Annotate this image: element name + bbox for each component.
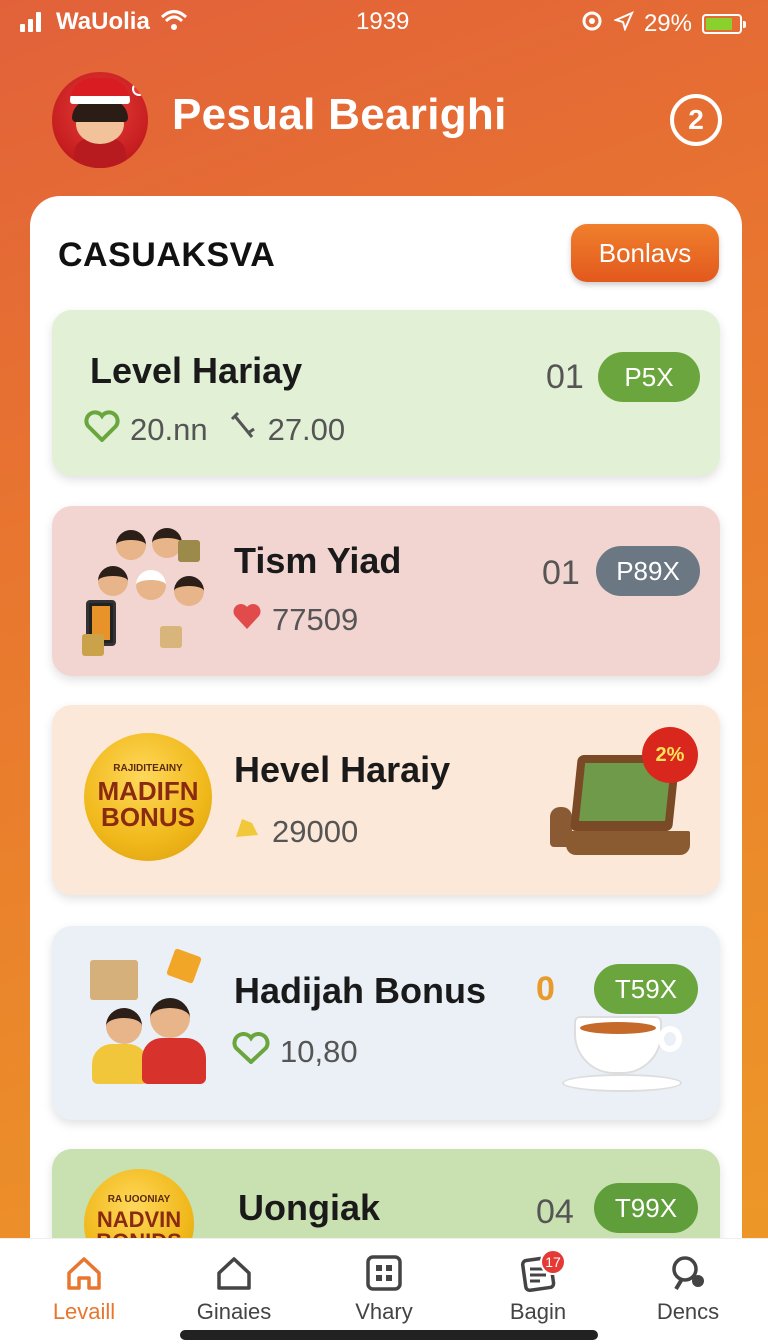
help-button[interactable]: 2 bbox=[670, 94, 722, 146]
card-count: 04 bbox=[536, 1193, 574, 1231]
status-time: 1939 bbox=[356, 8, 410, 35]
card-title: Tism Yiad bbox=[234, 540, 402, 581]
bottom-tab-bar: Levaill Ginaies Vhary Bagin 17 Dencs bbox=[0, 1238, 768, 1344]
tab-ginaies[interactable]: Ginaies bbox=[174, 1253, 294, 1325]
bonus-card[interactable]: Hadijah Bonus 10,80 0 T59X bbox=[52, 926, 720, 1120]
bonus-card[interactable]: RAJIDITEAINY MADIFN BONUS Hevel Haraiy 2… bbox=[52, 705, 720, 895]
heart-icon bbox=[232, 1032, 270, 1072]
search-person-icon bbox=[672, 1256, 704, 1291]
gold-bonus-badge: RAJIDITEAINY MADIFN BONUS bbox=[84, 733, 212, 861]
card-title: Hadijah Bonus bbox=[234, 970, 487, 1011]
tab-levaill[interactable]: Levaill bbox=[24, 1253, 144, 1325]
multiplier-badge: T59X bbox=[594, 964, 698, 1014]
status-bar: WaUolia 1939 29% bbox=[0, 0, 768, 46]
badge-caption: RA UOONIAY bbox=[107, 1194, 171, 1205]
tab-label: Vhary bbox=[355, 1299, 413, 1324]
tab-dencs[interactable]: Dencs bbox=[628, 1253, 748, 1325]
battery-percent: 29% bbox=[643, 9, 692, 37]
card-stat-value: 20.nn bbox=[130, 412, 208, 447]
card-stats: 20.nn 27.00 bbox=[84, 410, 345, 450]
family-illustration bbox=[82, 948, 222, 1092]
tab-label: Levaill bbox=[52, 1299, 116, 1324]
section-title: CASUAKSVA bbox=[58, 236, 276, 274]
wrench-icon bbox=[230, 411, 258, 449]
alarm-icon bbox=[580, 8, 604, 39]
app-header: Pesual Bearighi 2 bbox=[0, 60, 768, 180]
multiplier-badge: T99X bbox=[594, 1183, 698, 1233]
card-stat-value-2: 27.00 bbox=[267, 412, 346, 447]
card-count: 0 bbox=[536, 970, 555, 1008]
card-stat-value: 77509 bbox=[272, 602, 359, 637]
location-icon bbox=[613, 10, 634, 38]
badge-caption: RAJIDITEAINY bbox=[113, 763, 183, 774]
heart-icon bbox=[84, 410, 120, 450]
card-stats: 10,80 bbox=[232, 1032, 358, 1072]
battery-icon bbox=[702, 13, 746, 34]
multiplier-badge: P5X bbox=[598, 352, 700, 402]
multiplier-badge: P89X bbox=[596, 546, 700, 596]
card-stat-value: 29000 bbox=[272, 814, 359, 849]
tab-vhary[interactable]: Vhary bbox=[324, 1253, 444, 1325]
discount-badge: 2% bbox=[642, 727, 698, 783]
avatar[interactable] bbox=[52, 72, 148, 168]
heart-badge-icon bbox=[232, 602, 262, 638]
card-stats: 77509 bbox=[232, 602, 358, 638]
card-stats: 29000 bbox=[232, 813, 358, 851]
tab-bagin[interactable]: Bagin bbox=[478, 1253, 598, 1325]
bonus-card[interactable]: Tism Yiad 77509 01 P89X bbox=[52, 506, 720, 676]
kids-illustration bbox=[82, 526, 210, 656]
tab-label: Ginaies bbox=[196, 1299, 272, 1324]
card-stat-value: 10,80 bbox=[280, 1034, 358, 1069]
card-title: Level Hariay bbox=[90, 350, 303, 391]
coffee-cup-illustration bbox=[562, 1016, 682, 1100]
signal-icon bbox=[20, 12, 41, 32]
home-indicator bbox=[180, 1330, 598, 1340]
page-title: Pesual Bearighi bbox=[172, 90, 507, 139]
badge-text: MADIFN BONUS bbox=[97, 776, 199, 832]
main-panel: CASUAKSVA Bonlavs Level Hariay 20.nn 27.… bbox=[30, 196, 742, 1344]
carrier-name: WaUolia bbox=[56, 8, 150, 35]
wifi-icon bbox=[160, 8, 188, 39]
house-outline-icon bbox=[217, 1257, 251, 1290]
grid-icon bbox=[366, 1255, 402, 1291]
card-count: 01 bbox=[542, 554, 580, 592]
card-title: Uongiak bbox=[238, 1187, 381, 1228]
bonus-button[interactable]: Bonlavs bbox=[571, 224, 719, 282]
coin-icon bbox=[232, 813, 262, 851]
notification-badge: 17 bbox=[540, 1249, 566, 1275]
home-icon bbox=[67, 1257, 101, 1290]
card-title: Hevel Haraiy bbox=[234, 749, 451, 790]
tab-label: Dencs bbox=[656, 1299, 720, 1324]
card-count: 01 bbox=[546, 358, 584, 396]
bonus-card[interactable]: Level Hariay 20.nn 27.00 01 P5X bbox=[52, 310, 720, 476]
tab-label: Bagin bbox=[509, 1299, 567, 1324]
